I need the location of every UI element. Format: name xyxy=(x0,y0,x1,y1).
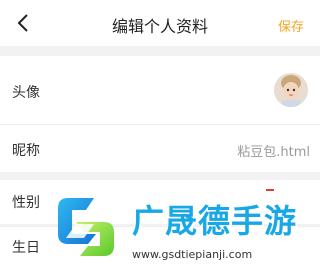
avatar-label: 头像 xyxy=(12,85,40,101)
watermark: 广晟德手游 www.gsdtiepianji.com xyxy=(54,192,320,272)
avatar-row[interactable]: 头像 xyxy=(0,56,320,124)
red-dash-mark xyxy=(266,189,274,191)
nickname-row[interactable]: 昵称 粘豆包.html xyxy=(0,124,320,172)
watermark-logo-icon xyxy=(58,198,114,256)
watermark-title: 广晟德手游 xyxy=(132,202,298,240)
nickname-value: 粘豆包.html xyxy=(237,145,310,160)
save-button[interactable]: 保存 xyxy=(278,16,304,35)
gender-label: 性别 xyxy=(12,195,40,211)
nickname-label: 昵称 xyxy=(12,143,40,159)
row-divider xyxy=(0,124,320,125)
watermark-url: www.gsdtiepianji.com xyxy=(132,248,253,261)
birthday-label: 生日 xyxy=(12,240,40,256)
page-title: 编辑个人资料 xyxy=(111,17,208,36)
top-bar: 编辑个人资料 保存 xyxy=(0,0,320,46)
avatar-image[interactable] xyxy=(274,73,308,107)
